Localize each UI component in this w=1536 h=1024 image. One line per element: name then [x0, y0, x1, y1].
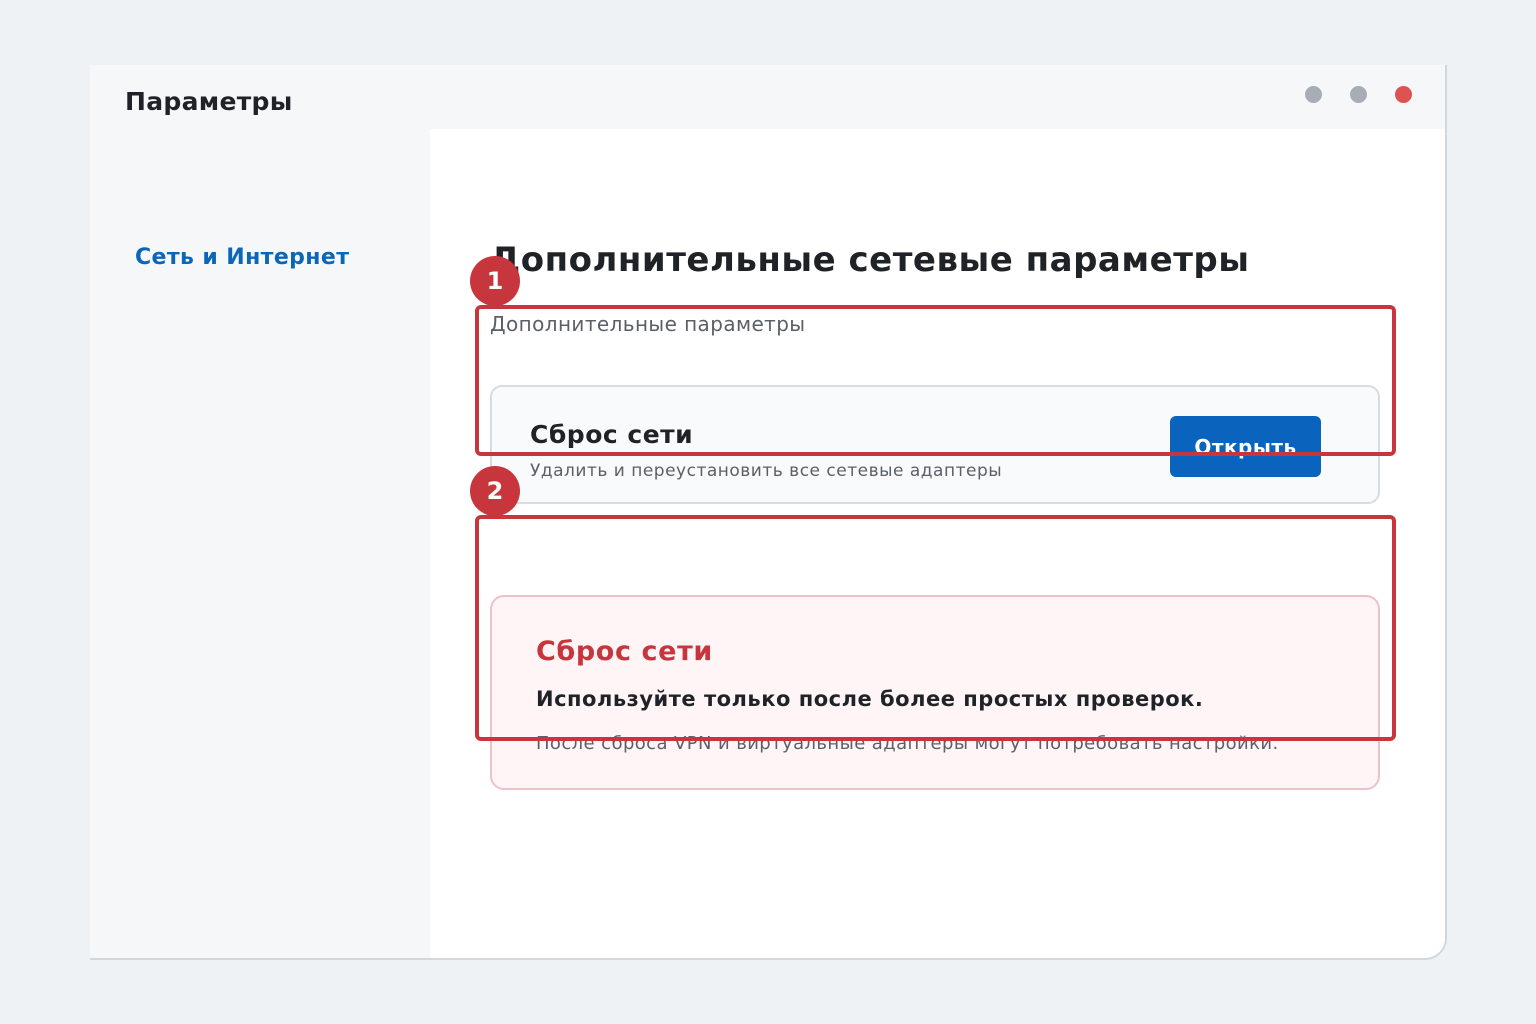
highlight-box-2 — [475, 515, 1396, 741]
page-title: Дополнительные сетевые параметры — [490, 240, 1250, 280]
highlight-box-1 — [475, 305, 1396, 456]
minimize-icon[interactable] — [1305, 86, 1322, 103]
annotation-badge-1: 1 — [470, 256, 520, 306]
sidebar: Сеть и Интернет — [90, 129, 430, 958]
settings-window: Параметры Сеть и Интернет Дополнительные… — [90, 65, 1447, 960]
window-controls — [1305, 86, 1412, 103]
close-icon[interactable] — [1395, 86, 1412, 103]
card-subtitle: Удалить и переустановить все сетевые ада… — [530, 461, 1003, 481]
sidebar-item-network-internet[interactable]: Сеть и Интернет — [135, 245, 349, 270]
title-bar: Параметры — [90, 65, 1445, 129]
app-title: Параметры — [125, 87, 293, 116]
maximize-icon[interactable] — [1350, 86, 1367, 103]
annotation-badge-2: 2 — [470, 466, 520, 516]
